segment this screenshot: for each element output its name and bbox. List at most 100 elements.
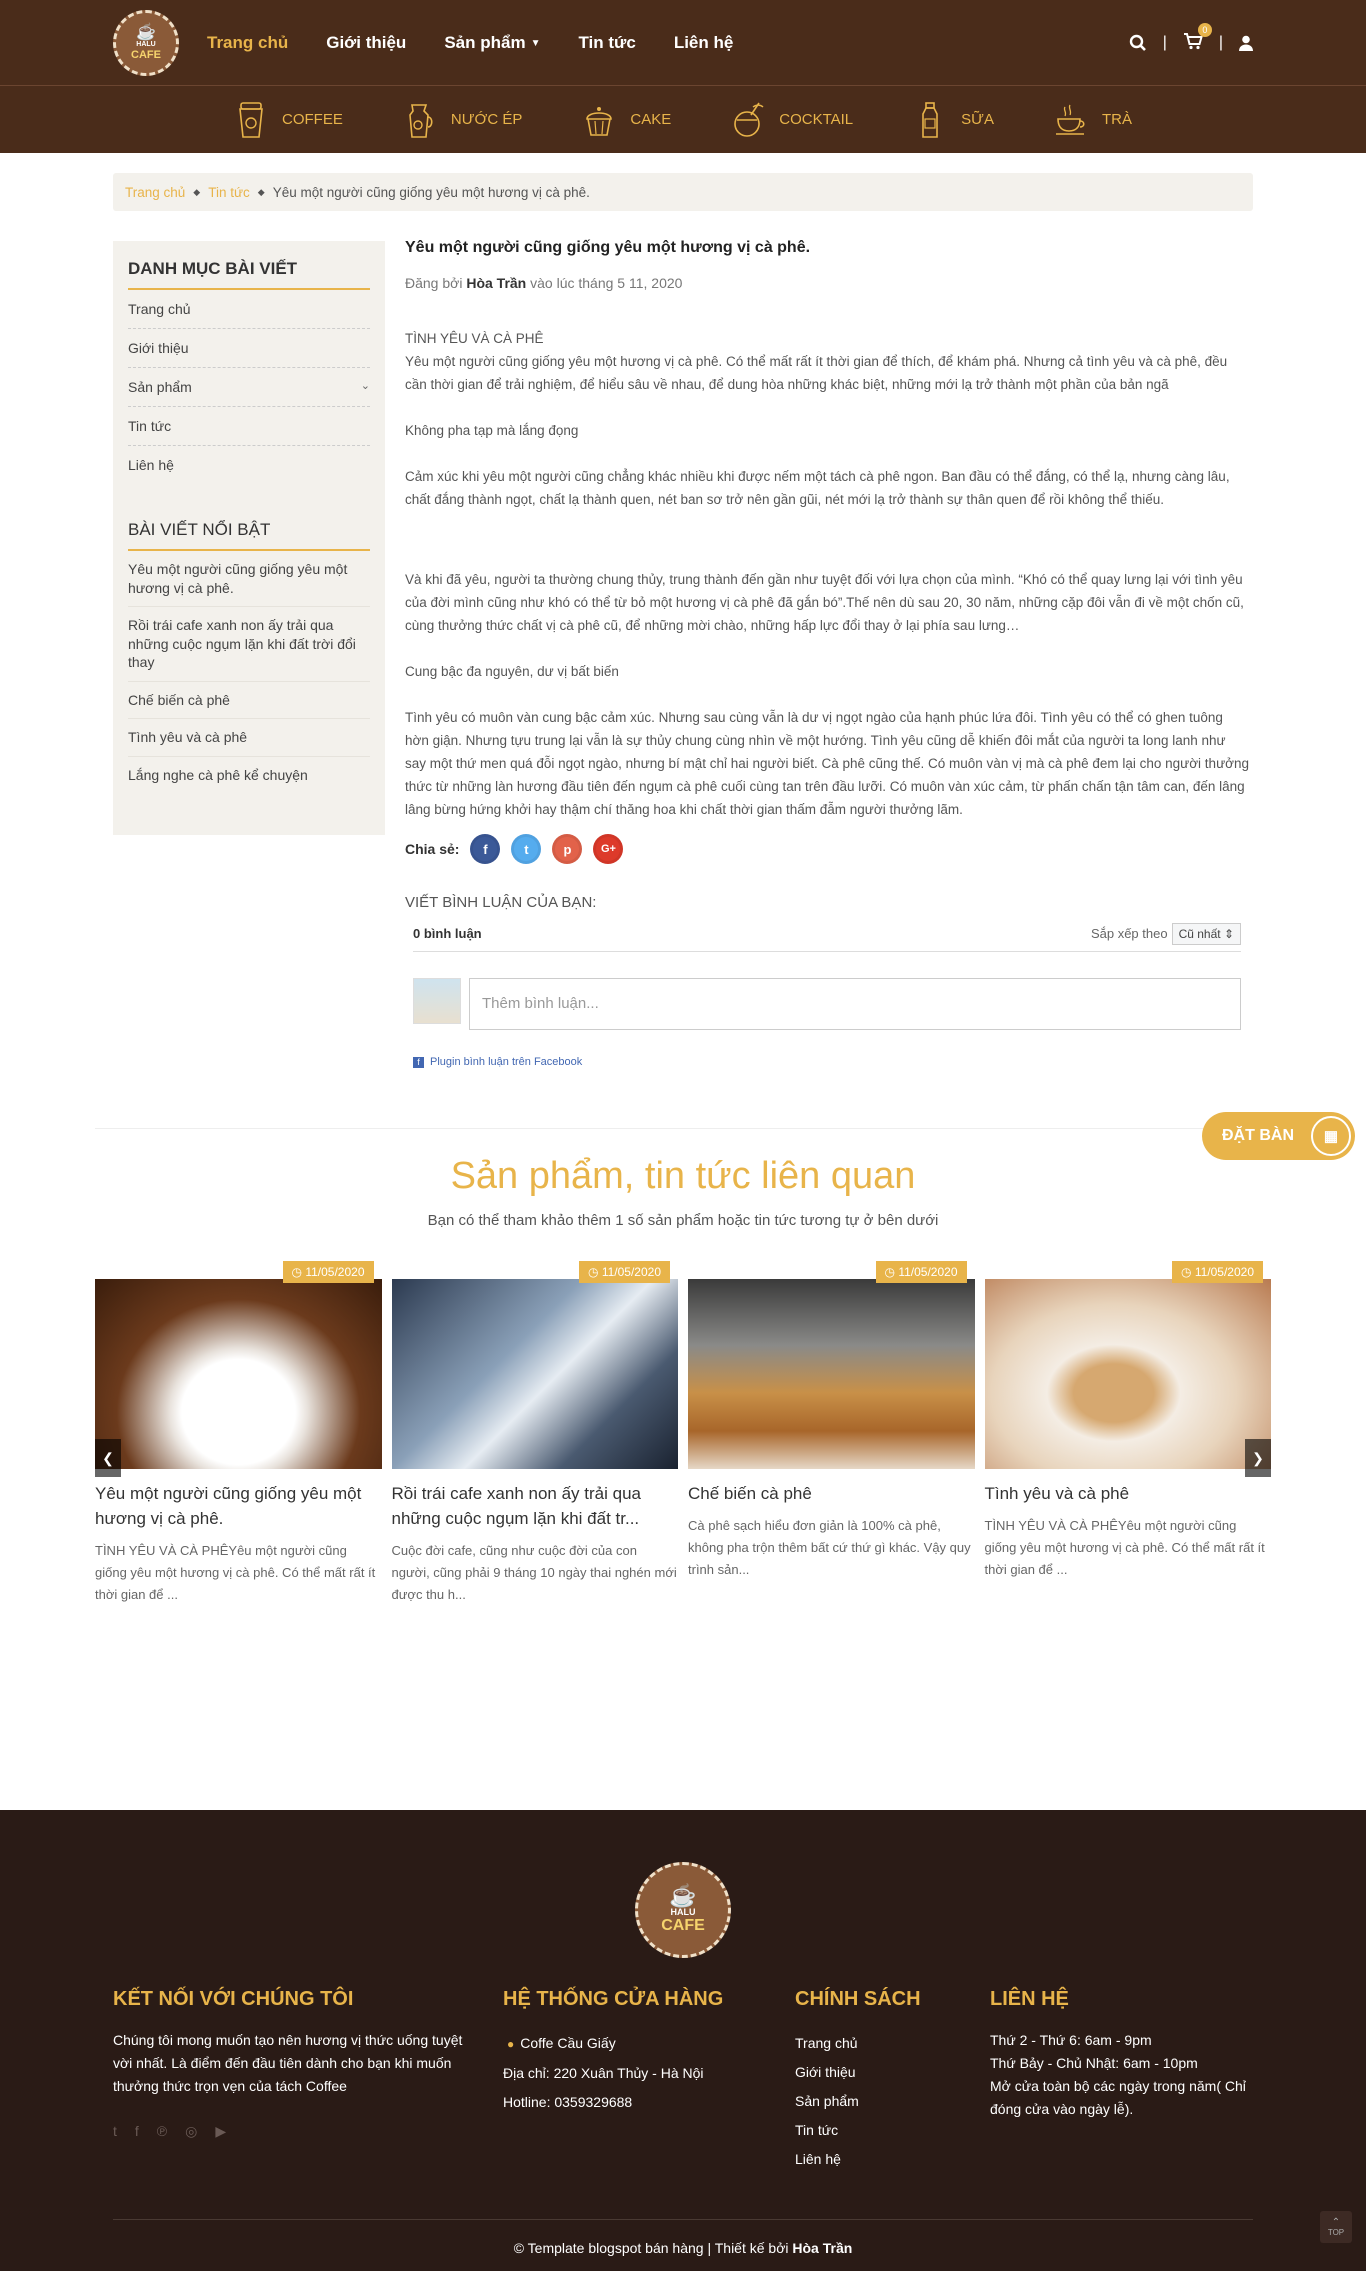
facebook-icon: f <box>413 1056 424 1068</box>
main-nav: Trang chủ Giới thiệu Sản phẩm ▼ Tin tức L… <box>207 33 733 53</box>
site-logo[interactable]: ☕ HALU CAFE <box>113 10 179 76</box>
footer-link-home[interactable]: Trang chủ <box>795 2029 990 2058</box>
category-label: CAKE <box>630 111 672 128</box>
breadcrumb: Trang chủ ◆ Tin tức ◆ Yêu một người cũng… <box>113 173 1253 211</box>
category-coffee[interactable]: COFFEE <box>234 101 343 139</box>
card-title[interactable]: Chế biến cà phê <box>688 1481 975 1506</box>
breadcrumb-home[interactable]: Trang chủ <box>125 185 185 200</box>
nav-contact[interactable]: Liên hệ <box>674 33 734 53</box>
category-tea[interactable]: TRÀ <box>1054 101 1132 139</box>
related-subtitle: Bạn có thể tham khảo thêm 1 số sản phẩm … <box>427 1212 939 1229</box>
twitter-icon[interactable]: t <box>113 2120 117 2143</box>
category-cake[interactable]: CAKE <box>582 101 671 139</box>
sidebar-item-contact[interactable]: Liên hệ <box>128 446 370 484</box>
map-marker-icon: ● <box>507 2037 515 2051</box>
facebook-comments: 0 bình luận Sắp xếp theo Cũ nhất ⇕ Thêm b… <box>413 923 1241 1068</box>
card-date-text: 11/05/2020 <box>305 1265 365 1279</box>
related-card[interactable]: ◷ 11/05/2020 Yêu một người cũng giống yê… <box>95 1261 382 1606</box>
facebook-icon[interactable]: f <box>135 2120 139 2143</box>
sort-select[interactable]: Cũ nhất ⇕ <box>1171 923 1241 945</box>
sidebar-item-home[interactable]: Trang chủ <box>128 290 370 329</box>
facebook-icon[interactable]: f <box>470 834 501 864</box>
article-title: Yêu một người cũng giống yêu một hương v… <box>405 239 811 256</box>
comment-input[interactable]: Thêm bình luận... <box>469 978 1241 1030</box>
breadcrumb-news[interactable]: Tin tức <box>208 185 250 200</box>
category-label: COFFEE <box>282 111 343 128</box>
footer-policy-list: Trang chủ Giới thiệu Sản phẩm Tin tức Li… <box>795 2029 990 2174</box>
footer-link-contact[interactable]: Liên hệ <box>795 2145 990 2174</box>
pinterest-icon[interactable]: ℗ <box>157 2120 167 2143</box>
footer-link-about[interactable]: Giới thiệu <box>795 2058 990 2087</box>
youtube-icon[interactable]: ▶ <box>215 2120 226 2143</box>
carousel-prev-arrow-icon[interactable]: ❮ <box>95 1439 121 1477</box>
footer-connect: KẾT NỐI VỚI CHÚNG TÔI Chúng tôi mong muố… <box>113 1988 503 2174</box>
card-image[interactable]: ◷ 11/05/2020 <box>95 1261 382 1469</box>
sidebar-item-about[interactable]: Giới thiệu <box>128 329 370 368</box>
nav-home[interactable]: Trang chủ <box>207 33 288 53</box>
category-bar: COFFEE NƯỚC ÉP CAKE COCKTAIL SỮA TRÀ <box>0 86 1366 153</box>
card-title[interactable]: Rồi trái cafe xanh non ấy trải qua những… <box>392 1481 679 1531</box>
coffee-cup-icon <box>239 101 263 138</box>
nav-about[interactable]: Giới thiệu <box>326 33 406 53</box>
user-icon[interactable] <box>1239 35 1253 51</box>
footer-connect-text: Chúng tôi mong muốn tạo nên hương vị thứ… <box>113 2032 463 2094</box>
copyright-author[interactable]: Hòa Trần <box>792 2240 852 2256</box>
related-carousel: ◷ 11/05/2020 Yêu một người cũng giống yê… <box>95 1261 1272 1606</box>
card-description: TÌNH YÊU VÀ CÀ PHÊYêu một người cũng giố… <box>984 1518 1265 1577</box>
category-cocktail[interactable]: COCKTAIL <box>731 101 853 139</box>
back-to-top-button[interactable]: ⌃ TOP <box>1320 2211 1352 2243</box>
article-author[interactable]: Hòa Trần <box>466 275 526 291</box>
copyright-text: © Template blogspot bán hàng | Thiết kế … <box>513 2240 789 2256</box>
book-table-button[interactable]: ĐẶT BÀN ▦ <box>1202 1112 1355 1160</box>
related-card[interactable]: ◷ 11/05/2020 Tình yêu và cà phê TÌNH YÊU… <box>984 1261 1272 1606</box>
comment-composer: Thêm bình luận... <box>413 978 1241 1030</box>
sidebar-item-news[interactable]: Tin tức <box>128 407 370 446</box>
cart-button[interactable]: 0 <box>1183 22 1212 55</box>
footer-logo[interactable]: ☕ HALU CAFE <box>635 1862 731 1958</box>
nav-products-label: Sản phẩm <box>444 33 526 52</box>
store-name-row: ● Coffe Cầu Giấy <box>503 2029 795 2059</box>
featured-post[interactable]: Chế biến cà phê <box>128 682 370 719</box>
featured-post[interactable]: Rồi trái cafe xanh non ấy trải qua những… <box>128 607 370 682</box>
sidebar-category-title: DANH MỤC BÀI VIẾT <box>128 259 370 290</box>
google-plus-icon[interactable]: G+ <box>593 834 624 864</box>
article-date: vào lúc tháng 5 11, 2020 <box>530 275 683 291</box>
twitter-icon[interactable]: t <box>511 834 542 864</box>
card-date-text: 11/05/2020 <box>601 1265 661 1279</box>
nav-products[interactable]: Sản phẩm ▼ <box>444 33 540 53</box>
featured-post[interactable]: Yêu một người cũng giống yêu một hương v… <box>128 551 370 607</box>
category-juice[interactable]: NƯỚC ÉP <box>403 101 522 139</box>
sidebar-item-label: Sản phẩm <box>128 379 192 395</box>
comments-toolbar: 0 bình luận Sắp xếp theo Cũ nhất ⇕ <box>413 923 1241 952</box>
instagram-icon[interactable]: ◎ <box>185 2120 197 2143</box>
logo-text-top: HALU <box>136 41 156 48</box>
card-title[interactable]: Tình yêu và cà phê <box>985 1481 1272 1506</box>
card-title[interactable]: Yêu một người cũng giống yêu một hương v… <box>95 1481 382 1531</box>
chevron-down-icon[interactable]: ⌄ <box>361 379 370 395</box>
related-card[interactable]: ◷ 11/05/2020 Rồi trái cafe xanh non ấy t… <box>391 1261 679 1606</box>
footer-link-news[interactable]: Tin tức <box>795 2116 990 2145</box>
article-paragraph: TÌNH YÊU VÀ CÀ PHÊ Yêu một người cũng giố… <box>405 327 1249 396</box>
sidebar-item-products[interactable]: Sản phẩm ⌄ <box>128 368 370 407</box>
sort-value: Cũ nhất <box>1178 927 1221 941</box>
card-image[interactable]: ◷ 11/05/2020 <box>391 1261 678 1469</box>
featured-post[interactable]: Lắng nghe cà phê kể chuyện <box>128 757 370 794</box>
card-image[interactable]: ◷ 11/05/2020 <box>984 1261 1271 1469</box>
featured-post[interactable]: Tình yêu và cà phê <box>128 719 370 757</box>
clock-icon: ◷ <box>291 1265 302 1279</box>
pinterest-icon[interactable]: p <box>552 834 583 864</box>
article-paragraph: Cung bậc đa nguyên, dư vị bất biến <box>405 664 619 679</box>
chevron-down-icon: ▼ <box>530 37 541 49</box>
nav-news[interactable]: Tin tức <box>578 33 635 53</box>
hours-note: Mở cửa toàn bộ các ngày trong năm( Chỉ đ… <box>990 2078 1246 2117</box>
sidebar-item-label: Liên hệ <box>128 457 174 473</box>
search-icon[interactable] <box>1129 34 1147 52</box>
category-label: SỮA <box>961 111 994 128</box>
category-milk[interactable]: SỮA <box>913 101 994 139</box>
carousel-next-arrow-icon[interactable]: ❯ <box>1245 1439 1271 1477</box>
coffee-cup-icon: ☕ <box>136 24 156 41</box>
card-image[interactable]: ◷ 11/05/2020 <box>688 1261 975 1469</box>
related-card[interactable]: ◷ 11/05/2020 Chế biến cà phê Cà phê sạch… <box>688 1261 975 1606</box>
facebook-plugin-link[interactable]: f Plugin bình luận trên Facebook <box>413 1056 1241 1068</box>
footer-link-products[interactable]: Sản phẩm <box>795 2087 990 2116</box>
